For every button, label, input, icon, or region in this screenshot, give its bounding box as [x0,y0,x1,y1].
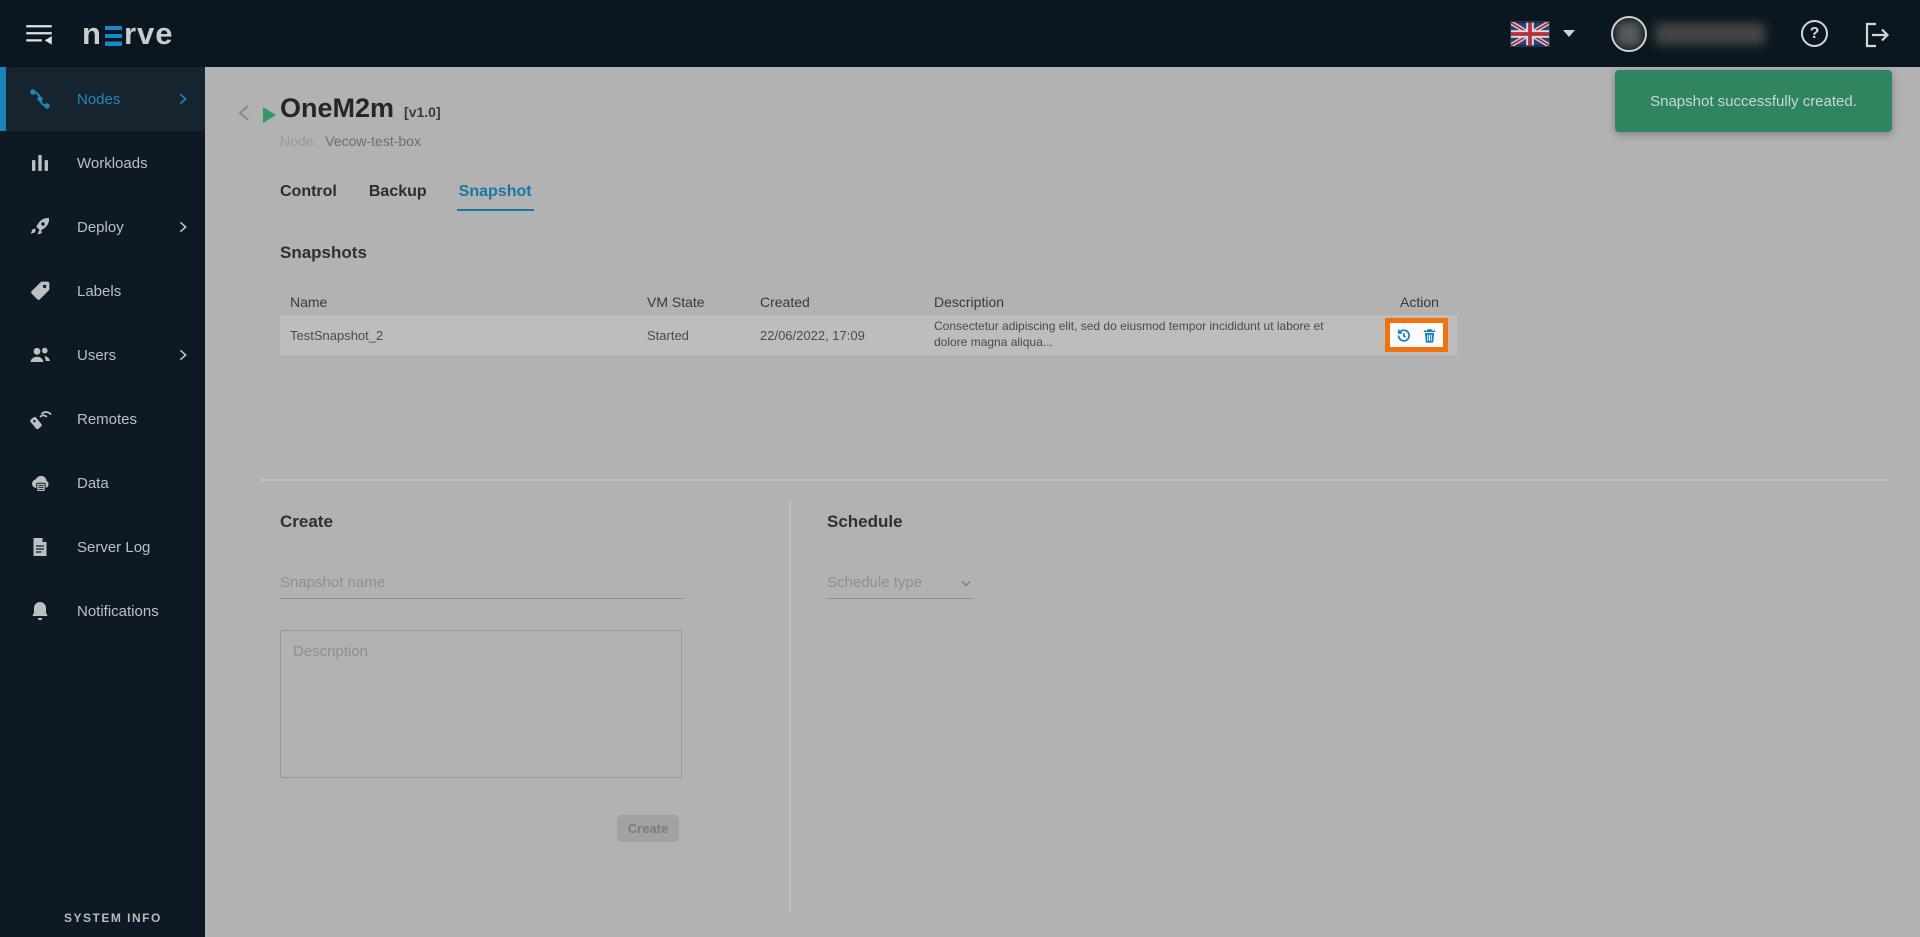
success-toast: Snapshot successfully created. [1615,70,1892,132]
nodes-icon [28,87,52,111]
create-button[interactable]: Create [617,815,679,842]
labels-icon [28,279,52,303]
sidebar-item-label: Labels [77,282,122,300]
logo-text-n: n [82,15,102,51]
node-value: Vecow-test-box [325,133,421,149]
snapshot-name: TestSnapshot_2 [290,327,384,343]
main-content: Snapshot successfully created. OneM2m [v… [205,67,1920,937]
system-info-link[interactable]: SYSTEM INFO [64,911,162,925]
snapshot-description: Consectetur adipiscing elit, sed do eius… [934,319,1324,349]
sidebar-item-data[interactable]: Data [0,451,205,515]
sidebar-item-label: Data [77,474,109,492]
sidebar-item-remotes[interactable]: Remotes [0,387,205,451]
chevron-right-icon [175,91,191,107]
tab-bar: Control Backup Snapshot [278,179,534,211]
topbar-right-group: ? [1511,0,1920,67]
column-header-action: Action [1400,294,1439,310]
workload-running-icon [263,107,276,123]
sidebar-item-label: Notifications [77,602,159,620]
column-header-name: Name [290,294,328,310]
sidebar-item-labels[interactable]: Labels [0,259,205,323]
toast-message: Snapshot successfully created. [1650,92,1857,110]
column-header-vm-state: VM State [647,294,705,310]
snapshot-vm-state: Started [647,327,689,343]
user-menu[interactable] [1611,15,1765,52]
page-version: [v1.0] [404,104,441,120]
back-button[interactable] [233,101,257,125]
horizontal-divider [260,479,1890,481]
sidebar-item-nodes[interactable]: Nodes [0,67,205,131]
logout-icon[interactable] [1860,19,1892,49]
sidebar-item-label: Workloads [77,154,148,172]
snapshot-description-input[interactable] [280,630,682,778]
vertical-divider [789,502,791,912]
delete-snapshot-icon[interactable] [1421,327,1438,344]
logo-text-rve: rve [123,15,174,51]
table-header-row: Name VM State Created Description Action [280,289,1457,315]
sidebar: Nodes Workloads Deploy Labels Users Remo… [0,67,205,937]
caret-down-icon [1563,30,1575,37]
sidebar-item-label: Users [77,346,117,364]
node-label: Node: [280,133,318,149]
top-bar: n rve ? [0,0,1920,67]
avatar [1611,15,1647,52]
uk-flag-icon [1511,21,1549,46]
column-header-description: Description [934,294,1005,310]
chevron-right-icon [175,219,191,235]
sidebar-item-deploy[interactable]: Deploy [0,195,205,259]
tab-control[interactable]: Control [278,179,339,211]
sidebar-item-users[interactable]: Users [0,323,205,387]
sidebar-item-label: Nodes [77,90,121,108]
server-log-icon [28,535,52,559]
language-selector[interactable] [1511,21,1575,46]
logo-e-bars-icon [104,25,122,46]
schedule-heading: Schedule [827,512,903,531]
create-heading: Create [280,512,333,531]
deploy-icon [28,215,52,239]
snapshots-table: Name VM State Created Description Action… [280,289,1457,355]
node-info: Node: Vecow-test-box [280,133,421,149]
menu-collapse-icon[interactable] [22,17,56,51]
chevron-right-icon [175,347,191,363]
help-icon[interactable]: ? [1801,20,1828,47]
sidebar-item-label: Deploy [77,218,124,236]
sidebar-item-server-log[interactable]: Server Log [0,515,205,579]
nerve-logo: n rve [82,16,173,52]
chevron-down-icon [959,576,973,590]
sidebar-item-workloads[interactable]: Workloads [0,131,205,195]
users-icon [28,343,52,367]
sidebar-item-label: Remotes [77,410,138,428]
username-blurred [1655,22,1765,45]
sidebar-item-notifications[interactable]: Notifications [0,579,205,643]
notifications-icon [28,599,52,623]
schedule-type-select[interactable]: Schedule type [827,567,973,599]
table-row: TestSnapshot_2 Started 22/06/2022, 17:09… [280,315,1457,355]
tab-backup[interactable]: Backup [367,179,429,211]
page-title: OneM2m [280,93,395,123]
column-header-created: Created [760,294,810,310]
snapshots-heading: Snapshots [280,243,367,262]
schedule-type-placeholder: Schedule type [827,574,923,591]
data-icon [28,471,52,495]
action-highlight-box [1385,318,1448,352]
restore-snapshot-icon[interactable] [1395,327,1412,344]
remotes-icon [28,407,52,431]
page-title-row: OneM2m [v1.0] [280,93,441,124]
avatar-blurred-content [1616,20,1642,47]
snapshot-name-input[interactable] [280,567,684,599]
workloads-icon [28,151,52,175]
snapshot-created: 22/06/2022, 17:09 [760,327,865,343]
sidebar-item-label: Server Log [77,538,151,556]
tab-snapshot[interactable]: Snapshot [456,179,534,211]
